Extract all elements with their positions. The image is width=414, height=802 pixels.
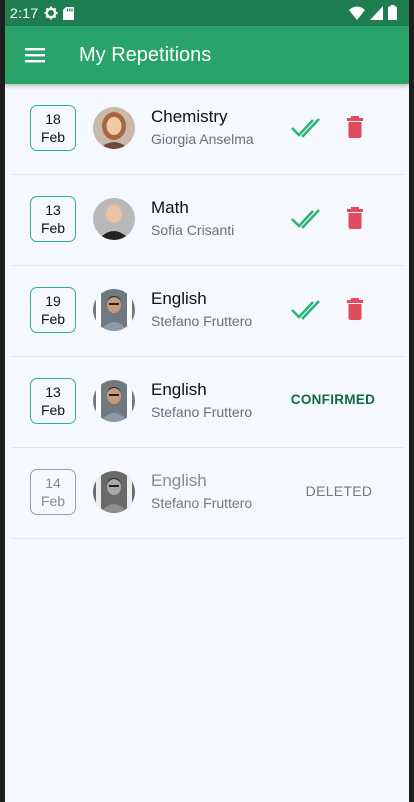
- teacher-avatar: [93, 380, 135, 422]
- status-confirmed: CONFIRMED: [290, 392, 376, 407]
- date-day: 13: [45, 202, 61, 218]
- date-badge: 13 Feb: [30, 196, 76, 242]
- double-check-icon: [291, 118, 320, 138]
- teacher-avatar: [93, 471, 135, 513]
- repetition-info: Chemistry Giorgia Anselma: [151, 107, 254, 147]
- settings-icon: [44, 6, 58, 20]
- subject-label: Math: [151, 198, 189, 217]
- sd-card-icon: [63, 6, 75, 20]
- repetition-row: 19 Feb English Stefano Fruttero: [11, 266, 405, 357]
- teacher-name: Stefano Fruttero: [151, 404, 253, 420]
- date-badge: 19 Feb: [30, 287, 76, 333]
- confirm-button[interactable]: [291, 114, 321, 140]
- trash-icon: [347, 116, 363, 138]
- teacher-name: Stefano Fruttero: [151, 495, 253, 511]
- date-month: Feb: [40, 311, 66, 327]
- delete-button[interactable]: [344, 115, 366, 139]
- teacher-name: Giorgia Anselma: [151, 131, 254, 147]
- date-day: 13: [45, 384, 61, 400]
- teacher-avatar: [93, 289, 135, 331]
- repetition-row: 14 Feb English Stefano Fruttero DELETED: [11, 448, 405, 539]
- subject-label: English: [151, 471, 207, 490]
- repetition-info: English Stefano Fruttero: [151, 471, 252, 511]
- subject-label: English: [151, 380, 207, 399]
- menu-button[interactable]: [21, 41, 49, 69]
- date-day: 18: [45, 111, 61, 127]
- repetition-row: 18 Feb Chemistry Giorgia Anselma: [11, 84, 405, 175]
- repetition-row: 13 Feb English Stefano Fruttero CONFIRME: [11, 357, 405, 448]
- teacher-name: Sofia Crisanti: [151, 222, 235, 238]
- repetition-info: English Stefano Fruttero: [151, 289, 252, 329]
- subject-label: English: [151, 289, 207, 308]
- hamburger-menu-icon: [25, 48, 45, 63]
- repetition-info: Math Sofia Crisanti: [151, 198, 234, 238]
- repetition-info: English Stefano Fruttero: [151, 380, 252, 420]
- status-deleted: DELETED: [305, 483, 373, 499]
- status-bar: 2:17: [5, 0, 409, 26]
- date-month: Feb: [40, 220, 66, 236]
- repetition-row: 13 Feb Math Sofia Crisanti: [11, 175, 405, 266]
- date-badge: 13 Feb: [30, 378, 76, 424]
- double-check-icon: [291, 209, 320, 229]
- app-bar: My Repetitions: [5, 26, 409, 84]
- date-month: Feb: [40, 493, 66, 509]
- teacher-name: Stefano Fruttero: [151, 313, 253, 329]
- trash-icon: [347, 207, 363, 229]
- wifi-icon: [349, 6, 365, 20]
- teacher-avatar: [93, 107, 135, 149]
- double-check-icon: [291, 300, 320, 320]
- repetitions-list: 18 Feb Chemistry Giorgia Anselma 13 Feb …: [11, 84, 405, 539]
- date-month: Feb: [40, 402, 66, 418]
- date-month: Feb: [40, 129, 66, 145]
- date-day: 14: [45, 475, 61, 491]
- delete-button[interactable]: [344, 297, 366, 321]
- teacher-avatar: [93, 198, 135, 240]
- subject-label: Chemistry: [151, 107, 228, 126]
- battery-icon: [388, 5, 397, 20]
- phone-screen: 2:17 My Repetitions 18 Feb Chemistry Gio…: [5, 0, 409, 802]
- trash-icon: [347, 298, 363, 320]
- status-time: 2:17: [10, 5, 39, 21]
- date-badge: 14 Feb: [30, 469, 76, 515]
- delete-button[interactable]: [344, 206, 366, 230]
- confirm-button[interactable]: [291, 205, 321, 231]
- confirm-button[interactable]: [291, 296, 321, 322]
- signal-icon: [370, 5, 383, 20]
- date-day: 19: [45, 293, 61, 309]
- page-title: My Repetitions: [79, 43, 212, 66]
- date-badge: 18 Feb: [30, 105, 76, 151]
